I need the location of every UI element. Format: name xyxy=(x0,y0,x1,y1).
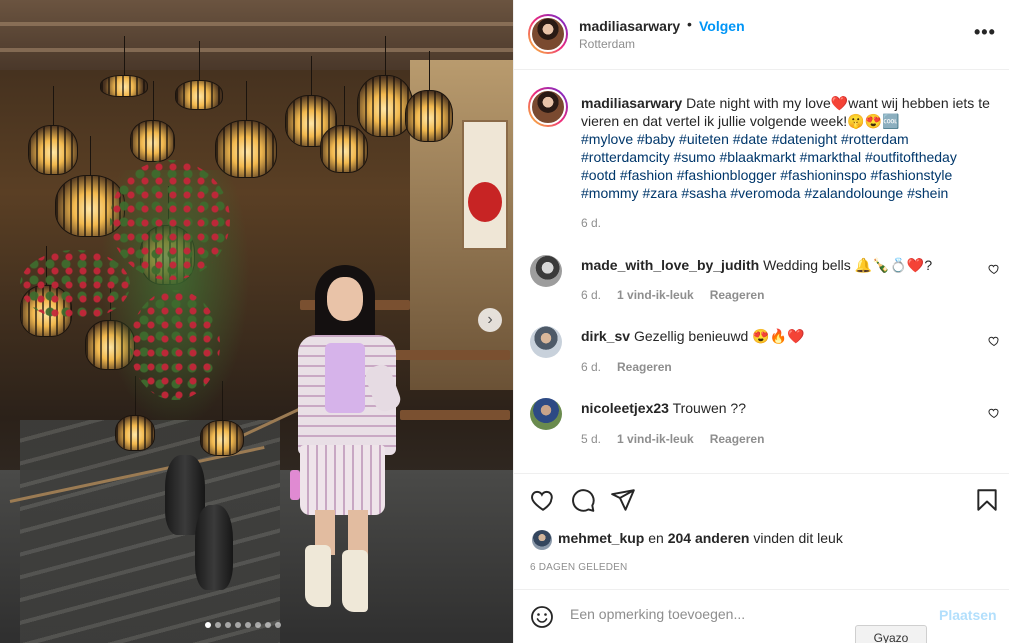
carousel-dot xyxy=(215,622,221,628)
comment-text: Gezellig benieuwd 😍🔥❤️ xyxy=(633,328,805,344)
comment-username[interactable]: dirk_sv xyxy=(581,328,630,344)
photo-lantern xyxy=(100,36,148,97)
photo-lantern xyxy=(130,81,175,162)
comment-likes[interactable]: 1 vind-ik-leuk xyxy=(617,432,694,446)
reply-button[interactable]: Reageren xyxy=(710,288,765,302)
post-actions: mehmet_kup en 204 anderen vinden dit leu… xyxy=(514,473,1009,643)
heart-icon[interactable] xyxy=(988,263,1000,275)
comment-input[interactable] xyxy=(570,606,930,622)
comment: made_with_love_by_judith Wedding bells 🔔… xyxy=(581,256,976,274)
comment-text: Wedding bells 🔔🍾💍❤️? xyxy=(763,257,933,273)
reply-button[interactable]: Reageren xyxy=(617,360,672,374)
comment: nicoleetjex23 Trouwen ?? xyxy=(581,399,976,417)
photo-flowers xyxy=(110,160,230,280)
comments-list[interactable]: madiliasarwary Date night with my love❤️… xyxy=(514,71,1009,473)
carousel-next-button[interactable]: › xyxy=(478,308,502,332)
author-avatar[interactable] xyxy=(528,14,568,54)
heart-icon[interactable] xyxy=(988,335,1000,347)
commenter-avatar[interactable] xyxy=(530,326,562,358)
post-side-panel: madiliasarwary • Volgen Rotterdam ••• ma… xyxy=(513,0,1009,643)
liker-avatar[interactable] xyxy=(532,530,552,550)
caption-avatar[interactable] xyxy=(528,87,568,127)
more-icon[interactable]: ••• xyxy=(974,22,996,43)
photo-lantern xyxy=(357,36,413,137)
carousel-dot xyxy=(265,622,271,628)
add-comment-bar: Plaatsen xyxy=(514,589,1009,643)
share-icon[interactable] xyxy=(610,487,636,513)
comment: dirk_sv Gezellig benieuwd 😍🔥❤️ xyxy=(581,327,976,345)
post-header: madiliasarwary • Volgen Rotterdam ••• xyxy=(514,0,1009,70)
photo-lantern xyxy=(175,41,223,110)
photo-person xyxy=(270,265,420,615)
commenter-avatar[interactable] xyxy=(530,255,562,287)
carousel-dot xyxy=(225,622,231,628)
comment-meta: 6 d. 1 vind-ik-leuk Reageren xyxy=(581,288,764,302)
post-photo[interactable]: › xyxy=(0,0,513,643)
likes-suffix: vinden dit leuk xyxy=(753,530,843,546)
comment-likes[interactable]: 1 vind-ik-leuk xyxy=(617,288,694,302)
carousel-dot xyxy=(205,622,211,628)
comment-text: Trouwen ?? xyxy=(672,400,746,416)
likes-count[interactable]: 204 anderen xyxy=(668,530,750,546)
post-date[interactable]: 6 DAGEN GELEDEN xyxy=(530,562,627,573)
caption-hashtags[interactable]: #mylove #baby #uiteten #date #datenight … xyxy=(581,131,957,201)
photo-lantern xyxy=(320,86,368,173)
photo-ceiling-slat xyxy=(0,48,513,52)
author-username[interactable]: madiliasarwary xyxy=(579,18,680,34)
photo-vase xyxy=(195,505,233,590)
heart-icon[interactable] xyxy=(530,487,556,513)
follow-button[interactable]: Volgen xyxy=(699,18,745,34)
chevron-right-icon: › xyxy=(487,311,493,328)
carousel-dot xyxy=(245,622,251,628)
carousel-dot xyxy=(275,622,281,628)
likes-connector: en xyxy=(648,530,664,546)
caption: madiliasarwary Date night with my love❤️… xyxy=(581,94,991,202)
carousel-dot xyxy=(255,622,261,628)
comment-time[interactable]: 6 d. xyxy=(581,360,601,374)
photo-lantern xyxy=(405,51,453,142)
comment-time[interactable]: 6 d. xyxy=(581,288,601,302)
carousel-dot xyxy=(235,622,241,628)
heart-icon[interactable] xyxy=(988,407,1000,419)
post-comment-button[interactable]: Plaatsen xyxy=(939,607,997,623)
reply-button[interactable]: Reageren xyxy=(710,432,765,446)
carousel-dots xyxy=(205,622,281,628)
likes-summary: mehmet_kup en 204 anderen vinden dit leu… xyxy=(558,530,843,546)
photo-lantern xyxy=(28,86,78,175)
comment-meta: 5 d. 1 vind-ik-leuk Reageren xyxy=(581,432,764,446)
caption-time[interactable]: 6 d. xyxy=(581,216,601,230)
comment-meta: 6 d. Reageren xyxy=(581,360,672,374)
emoji-icon[interactable] xyxy=(530,605,554,629)
separator-dot: • xyxy=(687,16,692,32)
gyazo-button[interactable]: Gyazo xyxy=(855,625,927,643)
post-location[interactable]: Rotterdam xyxy=(579,37,635,51)
comment-time[interactable]: 5 d. xyxy=(581,432,601,446)
photo-banner xyxy=(462,120,508,250)
liker-username[interactable]: mehmet_kup xyxy=(558,530,644,546)
commenter-avatar[interactable] xyxy=(530,398,562,430)
photo-ceiling-slat xyxy=(0,22,513,26)
bookmark-icon[interactable] xyxy=(974,487,1000,513)
comment-icon[interactable] xyxy=(570,487,596,513)
comment-username[interactable]: nicoleetjex23 xyxy=(581,400,669,416)
comment-username[interactable]: made_with_love_by_judith xyxy=(581,257,759,273)
photo-flowers xyxy=(20,250,130,320)
caption-username[interactable]: madiliasarwary xyxy=(581,95,682,111)
photo-flowers xyxy=(130,290,220,400)
